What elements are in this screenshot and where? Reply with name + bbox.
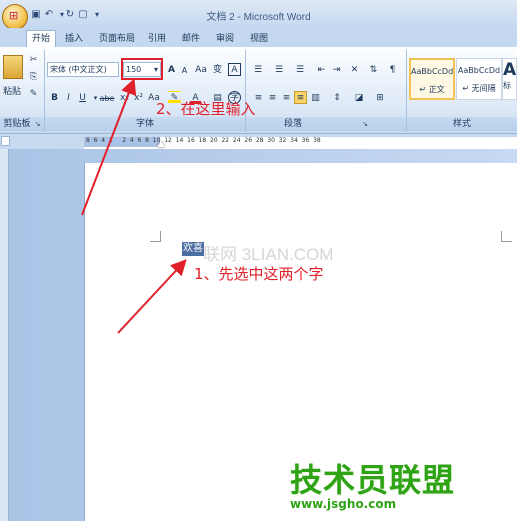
brand-url: www.jsgho.com: [290, 497, 397, 511]
brand-logo-text: 技术员联盟: [290, 461, 456, 499]
arrow-to-selection: [117, 259, 187, 334]
annotation-step1: 1、先选中这两个字: [194, 265, 324, 283]
arrow-to-font-size: [81, 78, 137, 216]
annotation-step2: 2、在这里输入: [156, 100, 256, 118]
annotation-arrows: [81, 78, 187, 334]
